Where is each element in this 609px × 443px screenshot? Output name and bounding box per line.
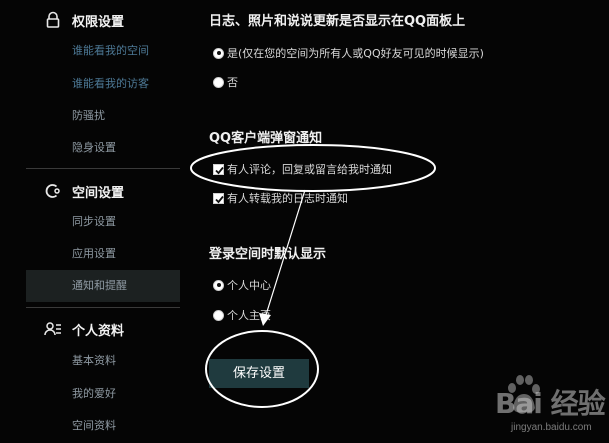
sidebar-item-sync[interactable]: 同步设置	[72, 213, 116, 231]
profile-icon	[44, 320, 62, 338]
feed-option-no-label: 否	[227, 76, 238, 89]
notify-option-repost-label: 有人转载我的日志时通知	[227, 192, 348, 205]
sidebar-divider	[26, 307, 180, 308]
sidebar-item-space-profile[interactable]: 空间资料	[72, 417, 116, 435]
section-space-settings-title: 空间设置	[72, 185, 125, 201]
notify-option-comment-label: 有人评论，回复或留言给我时通知	[227, 163, 392, 176]
sidebar-item-invisible[interactable]: 隐身设置	[72, 139, 116, 157]
section-permissions[interactable]: 权限设置	[45, 9, 124, 31]
sidebar-item-hobbies[interactable]: 我的爱好	[72, 385, 116, 403]
sidebar-item-basic-info[interactable]: 基本资料	[72, 352, 116, 370]
notify-section-title: QQ客户端弹窗通知	[209, 131, 323, 146]
section-profile[interactable]: 个人资料	[44, 318, 125, 340]
default-option-homepage[interactable]: 个人主页	[213, 307, 271, 323]
radio-unselected[interactable]	[213, 309, 224, 321]
feed-section-title: 日志、照片和说说更新是否显示在QQ面板上	[209, 14, 466, 29]
default-option-personal-center-label: 个人中心	[227, 279, 271, 292]
sidebar-divider	[26, 168, 180, 169]
radio-selected[interactable]	[213, 47, 224, 59]
notify-option-comment[interactable]: 有人评论，回复或留言给我时通知	[213, 161, 392, 177]
section-permissions-title: 权限设置	[72, 14, 125, 30]
radio-unselected[interactable]	[213, 76, 224, 88]
feed-option-no[interactable]: 否	[213, 74, 238, 90]
checkbox-checked[interactable]	[213, 192, 224, 204]
notify-option-repost[interactable]: 有人转载我的日志时通知	[213, 190, 348, 206]
sidebar-item-anti-harassment[interactable]: 防骚扰	[72, 107, 105, 125]
watermark-brand: Bai 经验	[495, 387, 606, 420]
sidebar-item-who-can-view-space[interactable]: 谁能看我的空间	[72, 42, 149, 60]
feed-option-yes[interactable]: 是(仅在您的空间为所有人或QQ好友可见的时候显示)	[213, 45, 484, 61]
sidebar: 权限设置 谁能看我的空间 谁能看我的访客 防骚扰 隐身设置 空间设置 同步设置 …	[0, 0, 196, 443]
default-view-section-title: 登录空间时默认显示	[209, 247, 327, 262]
sidebar-item-notifications[interactable]: 通知和提醒	[72, 277, 127, 295]
sidebar-item-apps[interactable]: 应用设置	[72, 245, 116, 263]
checkbox-checked[interactable]	[213, 163, 224, 175]
feed-option-yes-label: 是(仅在您的空间为所有人或QQ好友可见的时候显示)	[227, 47, 484, 60]
watermark-url: jingyan.baidu.com	[511, 422, 592, 433]
baidu-watermark: Bai 经验 jingyan.baidu.com	[471, 370, 609, 443]
save-settings-button[interactable]: 保存设置	[209, 359, 309, 388]
radio-selected[interactable]	[213, 279, 224, 291]
sidebar-item-who-can-view-visitors[interactable]: 谁能看我的访客	[72, 75, 149, 93]
space-settings-icon	[44, 182, 62, 200]
section-space-settings[interactable]: 空间设置	[45, 180, 124, 202]
settings-page: 权限设置 谁能看我的空间 谁能看我的访客 防骚扰 隐身设置 空间设置 同步设置 …	[0, 0, 609, 443]
section-profile-title: 个人资料	[72, 323, 125, 339]
default-option-personal-center[interactable]: 个人中心	[213, 277, 271, 293]
lock-icon	[44, 11, 62, 29]
default-option-homepage-label: 个人主页	[227, 309, 271, 322]
